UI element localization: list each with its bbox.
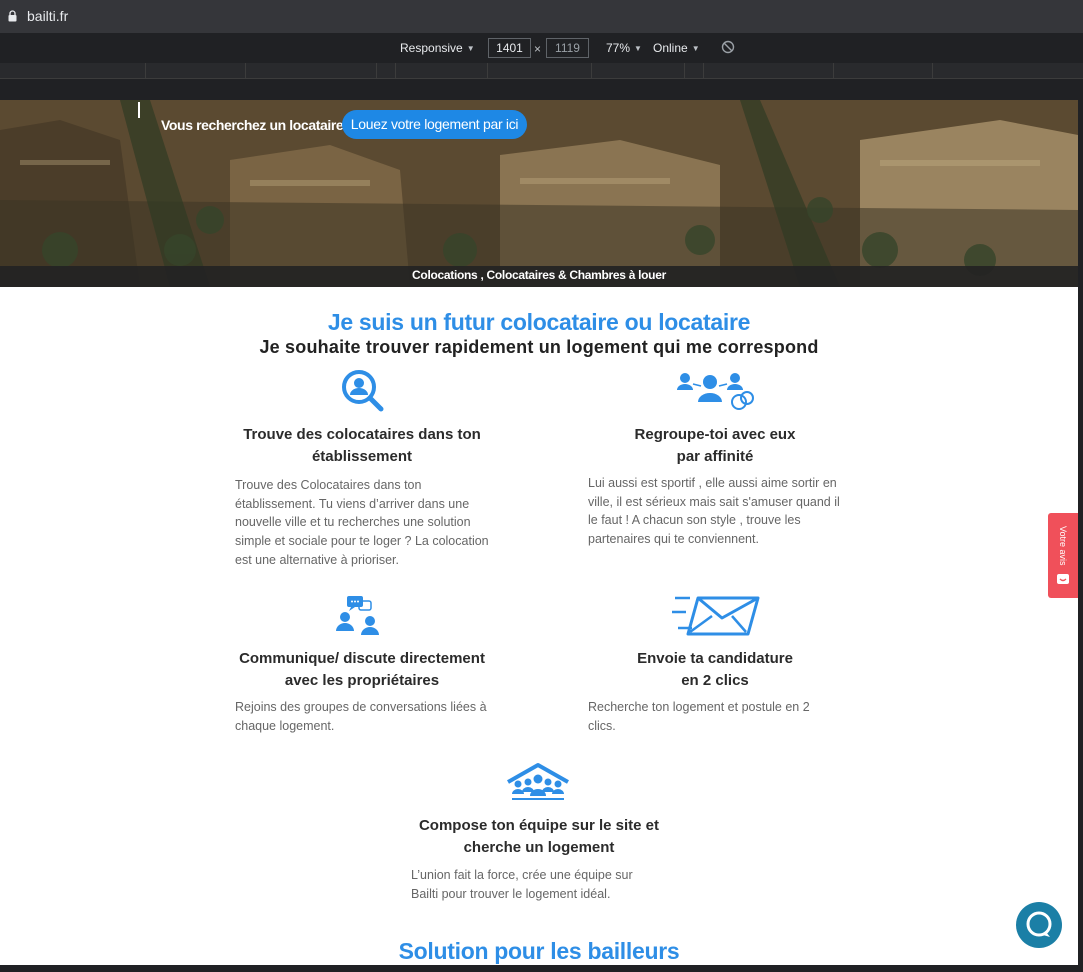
group-affinity-icon (677, 373, 754, 410)
hero-caption: Colocations , Colocataires & Chambres à … (412, 268, 666, 282)
rotate-icon[interactable] (721, 40, 735, 54)
feature-title-team: Compose ton équipe sur le site et cherch… (418, 817, 660, 856)
height-input[interactable]: 1119 (546, 38, 589, 58)
team-house-icon (507, 763, 569, 800)
network-dropdown[interactable]: Online ▼ (653, 41, 700, 55)
feature-title-classmates: Trouve des colocataires dans ton établis… (243, 426, 481, 465)
hero-banner: Vous recherchez un locataire ? Louez vot… (0, 100, 1078, 287)
live-chat-button[interactable] (1016, 902, 1062, 948)
chat-icon (1026, 911, 1052, 937)
feature-text-classmates: Trouve des Colocataires dans ton établis… (235, 478, 489, 567)
rent-out-button[interactable]: Louez votre logement par ici (342, 110, 527, 139)
chat-bubble-icon (1057, 574, 1069, 584)
device-toolbar: Responsive ▼ 1401 × 1119 77% ▼ Online ▼ (0, 33, 1083, 63)
feature-title-affinity: Regroupe-toi avec eux par affinité (634, 426, 796, 465)
section-title-landlords: Solution pour les bailleurs (398, 938, 680, 964)
feature-title-owners: Communique/ discute directement avec les… (239, 650, 485, 689)
section-subtitle: Je souhaite trouver rapidement un logeme… (259, 337, 819, 357)
caret-down-icon: ▼ (634, 43, 642, 53)
magnifier-user-icon (342, 370, 384, 412)
address-bar: bailti.fr (0, 0, 1083, 33)
feature-text-team: L’union fait la force, crée une équipe s… (411, 868, 633, 901)
caret-down-icon: ▼ (466, 43, 475, 53)
media-query-ruler (0, 63, 1083, 79)
page-viewport: Vous recherchez un locataire ? Louez vot… (0, 100, 1078, 965)
section-title-tenant: Je suis un futur colocataire ou locatair… (327, 309, 751, 335)
network-label: Online (653, 41, 688, 55)
reviews-tab-label: Votre avis (1058, 526, 1068, 566)
feature-text-apply: Recherche ton logement et postule en 2 c… (588, 700, 810, 733)
zoom-dropdown[interactable]: 77% ▼ (606, 41, 642, 55)
feature-text-owners: Rejoins des groupes de conversations lié… (235, 700, 487, 733)
device-mode-label: Responsive (400, 41, 463, 55)
device-mode-dropdown[interactable]: Responsive ▼ (400, 41, 475, 55)
caret-down-icon: ▼ (691, 43, 700, 53)
url-text[interactable]: bailti.fr (27, 8, 68, 24)
times-icon: × (534, 42, 542, 56)
fast-envelope-icon (672, 596, 760, 636)
hero-question: Vous recherchez un locataire ? (161, 117, 355, 133)
chat-users-icon (336, 596, 379, 635)
feature-title-apply: Envoie ta candidature en 2 clics (637, 650, 793, 689)
zoom-label: 77% (606, 41, 631, 55)
feature-text-affinity: Lui aussi est sportif , elle aussi aime … (588, 476, 840, 547)
lock-icon (8, 10, 17, 22)
width-input[interactable]: 1401 (488, 38, 531, 58)
